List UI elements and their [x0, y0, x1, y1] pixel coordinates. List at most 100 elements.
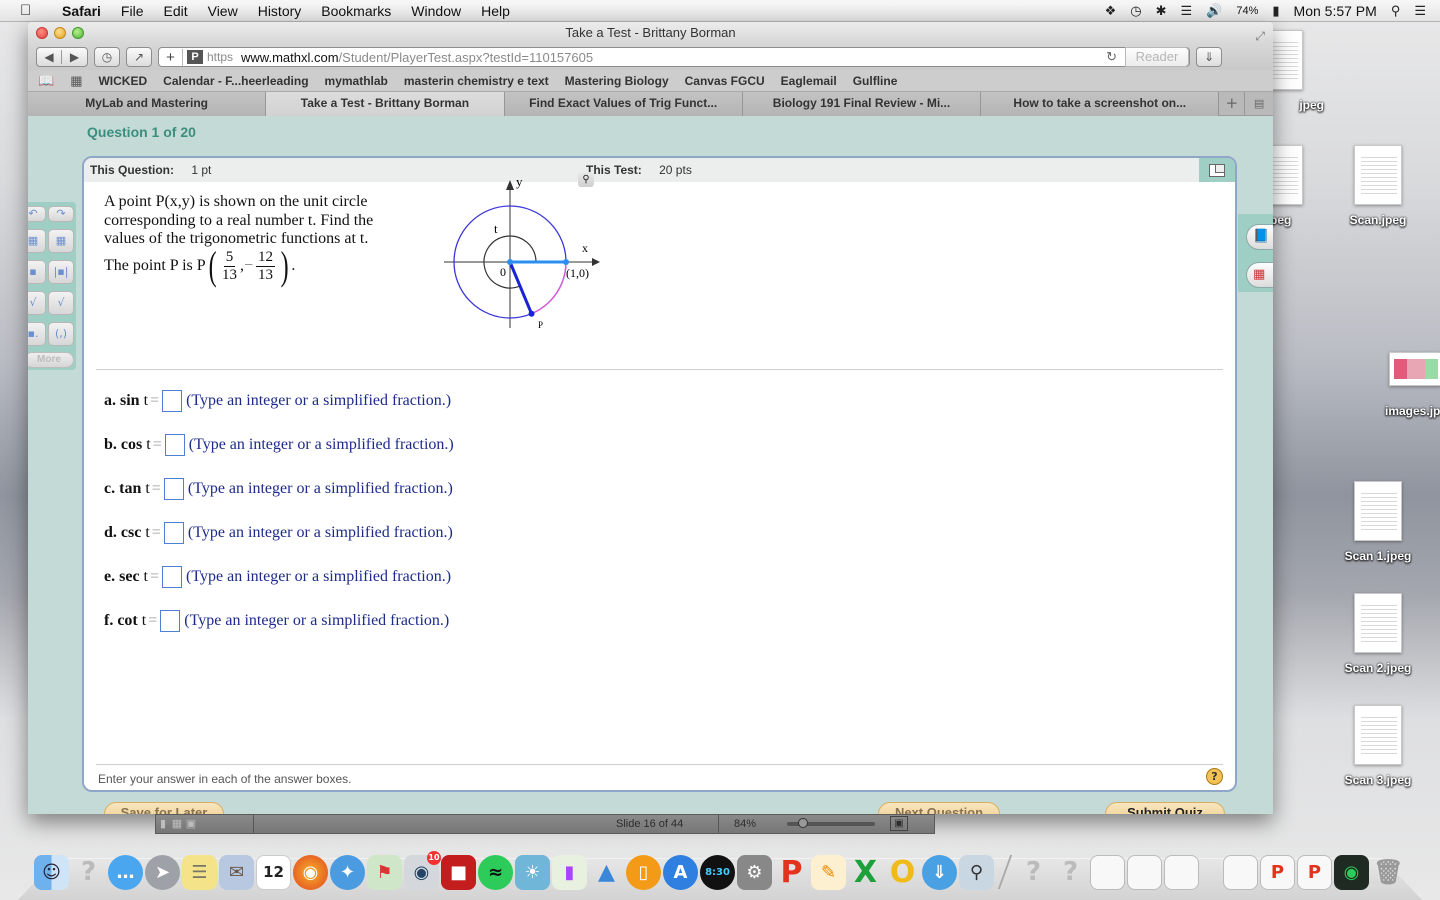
reading-list-icon[interactable]: 📖 [38, 73, 54, 89]
bookmark-item[interactable]: Canvas FGCU [685, 74, 765, 88]
spotify-window-thumbnail[interactable]: ◉ [1334, 854, 1369, 890]
ordered-pair-tool[interactable]: (,) [48, 322, 74, 346]
menu-window[interactable]: Window [401, 3, 471, 19]
answer-input-tan[interactable] [163, 478, 184, 500]
title-bar[interactable]: Take a Test - Brittany Borman ⤢ [28, 22, 1273, 44]
menu-view[interactable]: View [198, 3, 248, 19]
history-button[interactable]: ◷ [94, 47, 120, 67]
unknown-document-icon[interactable]: ? [1016, 855, 1051, 890]
pages-icon[interactable]: ✎ [811, 854, 846, 890]
answer-input-sin[interactable] [162, 390, 183, 412]
mixed-number-tool[interactable]: ▦ [48, 229, 74, 253]
top-sites-icon[interactable]: ▦ [70, 73, 82, 89]
zoom-window-button[interactable] [72, 27, 84, 39]
single-view-icon[interactable]: ▮ [156, 815, 170, 833]
reload-icon[interactable]: ↻ [1106, 49, 1117, 65]
fit-to-window-button[interactable]: ▣ [890, 816, 908, 831]
document-thumbnail[interactable] [1127, 854, 1162, 890]
tab-take-a-test[interactable]: Take a Test - Brittany Borman [266, 92, 505, 116]
menu-help[interactable]: Help [471, 3, 520, 19]
battery-icon[interactable]: ▮ [1272, 3, 1279, 19]
mail-icon[interactable]: ✉ [219, 854, 254, 890]
answer-input-cot[interactable] [160, 610, 181, 632]
textbook-button[interactable]: 📘 [1246, 224, 1273, 250]
excel-icon[interactable]: X [848, 855, 883, 890]
app-store-icon[interactable]: A [663, 854, 698, 890]
desktop-file[interactable]: images.jpe [1385, 352, 1440, 418]
document-thumbnail[interactable] [1090, 854, 1125, 890]
undo-button[interactable]: ↶ [28, 206, 46, 222]
numbers-icon[interactable]: ▮ [552, 854, 587, 890]
desktop-file[interactable]: Scan.jpeg [1333, 145, 1423, 227]
minimize-window-button[interactable] [54, 27, 66, 39]
menu-edit[interactable]: Edit [153, 3, 197, 19]
save-for-later-button[interactable]: Save for Later [104, 802, 224, 814]
downloads-button[interactable]: ⇓ [1196, 47, 1222, 67]
menu-app-safari[interactable]: Safari [52, 3, 111, 19]
powerpoint-icon[interactable]: P [774, 855, 809, 890]
presenter-view-icon[interactable]: ▣ [184, 815, 198, 833]
redo-button[interactable]: ↷ [48, 206, 74, 222]
clock-app-icon[interactable]: 8:30 [700, 854, 735, 890]
keynote-icon[interactable]: ▲ [589, 855, 624, 890]
menu-file[interactable]: File [111, 3, 154, 19]
tab-biology-review[interactable]: Biology 191 Final Review - Mi... [742, 92, 982, 116]
messages-icon[interactable]: … [108, 854, 143, 890]
new-tab-button[interactable]: + [1219, 92, 1246, 115]
preview-icon[interactable]: ⚲ [959, 854, 994, 890]
address-bar[interactable]: + P https www.mathxl.com /Student/Player… [158, 47, 1190, 67]
answer-input-sec[interactable] [162, 566, 183, 588]
exponent-tool[interactable]: ▪ [28, 260, 46, 284]
fullscreen-icon[interactable]: ⤢ [1255, 25, 1265, 47]
bookmark-item[interactable]: masterin chemistry e text [404, 74, 549, 88]
iphoto-icon[interactable]: ☀ [515, 854, 550, 890]
spotify-icon[interactable]: ≈ [478, 854, 513, 890]
trash-icon[interactable]: 🗑 [1371, 855, 1406, 890]
absolute-value-tool[interactable]: |▪| [48, 260, 74, 284]
tab-trig-values[interactable]: Find Exact Values of Trig Funct... [504, 92, 743, 116]
apple-menu-icon[interactable]:  [20, 2, 40, 19]
desktop-file[interactable]: Scan 1.jpeg [1333, 481, 1423, 563]
bookmark-item[interactable]: Calendar - F...heerleading [163, 74, 308, 88]
launchpad-icon[interactable]: ➤ [145, 854, 180, 890]
grid-view-icon[interactable]: ▦ [170, 815, 184, 833]
document-thumbnail[interactable] [1223, 854, 1258, 890]
add-bookmark-icon[interactable]: + [159, 48, 183, 66]
menu-history[interactable]: History [248, 3, 312, 19]
menu-bookmarks[interactable]: Bookmarks [311, 3, 401, 19]
calculator-button[interactable]: ▦ [1246, 262, 1273, 288]
facetime-icon[interactable]: ◉ 10 [404, 850, 441, 890]
sqrt-tool[interactable]: √ [28, 291, 46, 315]
downloader-icon[interactable]: ⇓ [922, 854, 957, 890]
desktop-file[interactable]: Scan 3.jpeg [1333, 705, 1423, 787]
fraction-tool[interactable]: ▦ [28, 229, 46, 253]
close-window-button[interactable] [36, 27, 48, 39]
dropbox-icon[interactable]: ❖ [1105, 3, 1117, 19]
unknown-app-icon[interactable]: ? [71, 855, 106, 890]
show-all-tabs-button[interactable]: ▤ [1245, 92, 1273, 115]
decimal-tool[interactable]: ▪. [28, 322, 46, 346]
desktop-file[interactable]: Scan 2.jpeg [1333, 593, 1423, 675]
bookmark-item[interactable]: Eaglemail [781, 74, 837, 88]
bluetooth-icon[interactable]: ✱ [1156, 3, 1167, 19]
clock[interactable]: Mon 5:57 PM [1294, 3, 1377, 19]
share-button[interactable]: ↗ [126, 47, 152, 67]
bookmark-item[interactable]: Gulfline [853, 74, 898, 88]
nth-root-tool[interactable]: √ [48, 291, 74, 315]
finder-icon[interactable]: ☺ [34, 854, 69, 890]
spotlight-icon[interactable]: ⚲ [1391, 3, 1401, 19]
unknown-document-icon[interactable]: ? [1053, 855, 1088, 890]
ibooks-icon[interactable]: ▯ [626, 854, 661, 890]
answer-input-cos[interactable] [164, 434, 185, 456]
wifi-icon[interactable]: ☰ [1181, 3, 1193, 19]
system-preferences-icon[interactable]: ⚙ [737, 854, 772, 890]
time-machine-icon[interactable]: ◷ [1130, 3, 1141, 19]
tab-mylab[interactable]: MyLab and Mastering [28, 92, 267, 116]
firefox-icon[interactable]: ◉ [293, 854, 328, 890]
safari-icon[interactable]: ✦ [330, 854, 365, 890]
more-tools-button[interactable]: More [28, 352, 74, 368]
calendar-icon[interactable]: 12 [256, 854, 291, 890]
help-button[interactable]: ? [1206, 768, 1223, 785]
outlook-icon[interactable]: O [885, 855, 920, 890]
volume-icon[interactable]: 🔊 [1206, 3, 1222, 19]
